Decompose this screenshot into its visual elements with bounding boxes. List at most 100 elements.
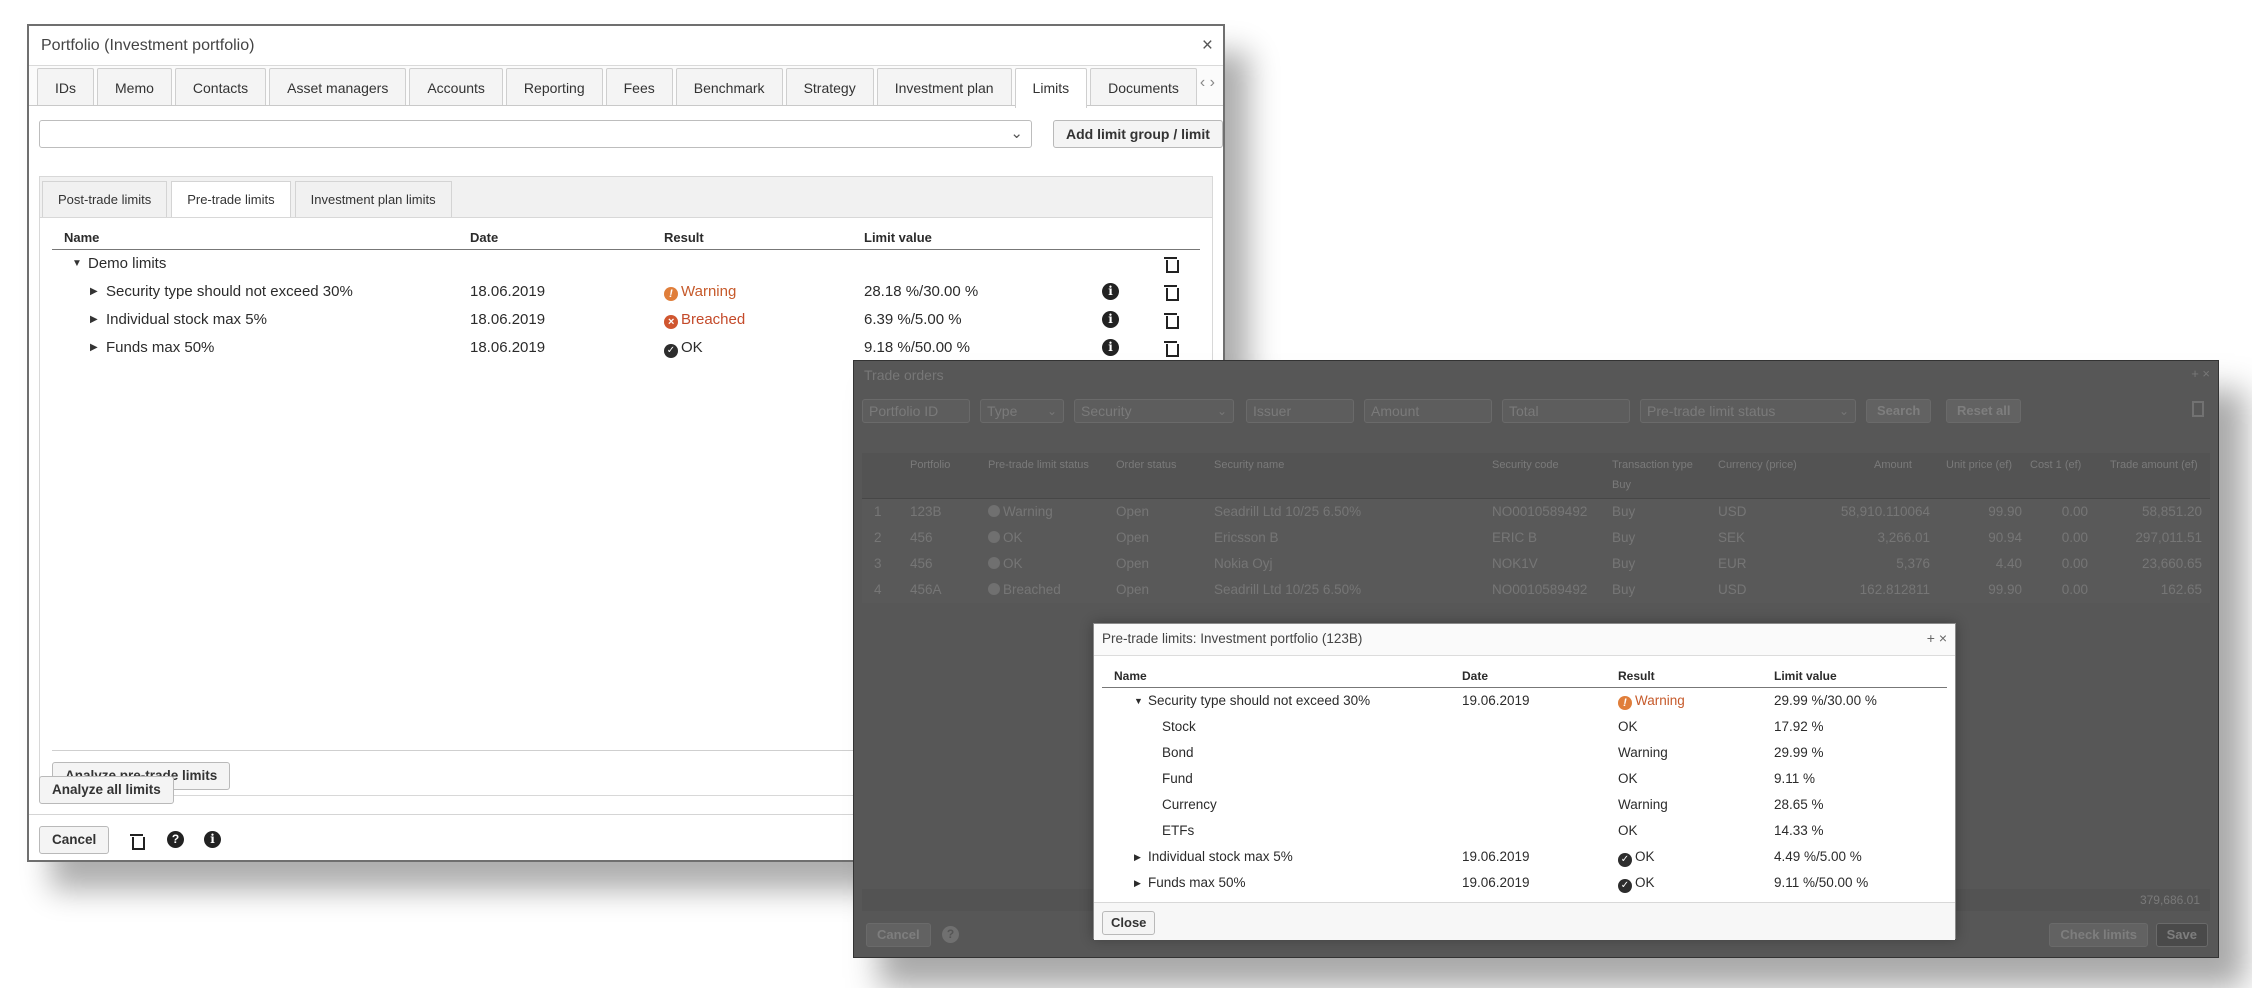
expand-right-icon[interactable]: ▶	[1134, 870, 1141, 896]
table-row[interactable]: Currency Warning 28.65 %	[1102, 792, 1947, 818]
subtab-post-trade[interactable]: Post-trade limits	[42, 181, 168, 217]
reset-all-button[interactable]: Reset all	[1946, 399, 2022, 423]
trash-icon[interactable]	[1164, 339, 1179, 357]
trash-icon[interactable]	[1164, 283, 1179, 301]
subtab-investment-plan[interactable]: Investment plan limits	[294, 181, 452, 217]
table-row[interactable]: ▼ Security type should not exceed 30% 19…	[1102, 688, 1947, 714]
tab-ids[interactable]: IDs	[37, 68, 94, 105]
limit-name: ETFs	[1162, 823, 1195, 838]
col-amount[interactable]: Amount	[1874, 459, 1912, 471]
col-name[interactable]: Name	[64, 230, 99, 245]
tab-reporting[interactable]: Reporting	[505, 68, 603, 105]
tab-accounts[interactable]: Accounts	[409, 68, 503, 105]
expand-right-icon[interactable]: ▶	[1134, 844, 1141, 870]
amount-input[interactable]: Amount	[1364, 399, 1492, 423]
limit-name: Individual stock max 5%	[106, 311, 267, 328]
col-limit-value[interactable]: Limit value	[1774, 669, 1837, 683]
table-row[interactable]: Bond Warning 29.99 %	[1102, 740, 1947, 766]
col-limit-value[interactable]: Limit value	[864, 230, 932, 245]
check-limits-button[interactable]: Check limits	[2049, 923, 2148, 947]
expand-right-icon[interactable]: ▶	[90, 278, 98, 306]
tab-investment-plan[interactable]: Investment plan	[876, 68, 1012, 105]
table-row[interactable]: ETFs OK 14.33 %	[1102, 818, 1947, 844]
cancel-button[interactable]: Cancel	[866, 923, 931, 947]
add-limit-button[interactable]: Add limit group / limit	[1053, 120, 1223, 148]
table-row[interactable]: ▶ Security type should not exceed 30% 18…	[52, 278, 1200, 306]
col-order-status[interactable]: Order status	[1116, 459, 1177, 471]
col-currency[interactable]: Currency (price)	[1718, 459, 1797, 471]
tab-scroll-arrows[interactable]: ‹ ›	[1200, 74, 1215, 92]
col-transaction-type[interactable]: Transaction type	[1612, 459, 1693, 471]
limit-group-row: ⌄ Add limit group / limit	[39, 120, 1223, 156]
info-icon[interactable]: i	[1102, 283, 1119, 300]
col-security-name[interactable]: Security name	[1214, 459, 1284, 471]
portfolio-id-input[interactable]: Portfolio ID	[862, 399, 970, 423]
col-date[interactable]: Date	[470, 230, 498, 245]
cancel-button[interactable]: Cancel	[39, 826, 110, 854]
table-row[interactable]: 4 456A Breached Open Seadrill Ltd 10/25 …	[862, 577, 2210, 603]
table-row[interactable]: ▶ Funds max 50% 18.06.2019 ✓ OK 9.18 %/50…	[52, 334, 1200, 362]
type-select[interactable]: Type ⌄	[980, 399, 1064, 423]
col-name[interactable]: Name	[1114, 669, 1147, 683]
window-controls[interactable]: + ×	[2191, 366, 2210, 381]
close-icon[interactable]: ×	[1202, 26, 1213, 66]
expand-down-icon[interactable]: ▼	[72, 250, 82, 278]
trash-icon[interactable]	[1164, 255, 1179, 273]
info-icon[interactable]: i	[204, 831, 221, 848]
export-icon[interactable]	[2192, 401, 2204, 417]
expand-down-icon[interactable]: ▼	[1134, 688, 1143, 714]
security-cell: Ericsson B	[1214, 530, 1279, 545]
result-text: OK	[681, 339, 703, 356]
table-row[interactable]: 1 123B Warning Open Seadrill Ltd 10/25 6…	[862, 499, 2210, 525]
col-portfolio[interactable]: Portfolio	[910, 459, 950, 471]
table-row[interactable]: 2 456 OK Open Ericsson B ERIC B Buy SEK …	[862, 525, 2210, 551]
table-row[interactable]: ▶ Individual stock max 5% 19.06.2019 ✓ OK…	[1102, 844, 1947, 870]
table-row[interactable]: Fund OK 9.11 %	[1102, 766, 1947, 792]
save-button[interactable]: Save	[2155, 923, 2208, 947]
tab-contacts[interactable]: Contacts	[174, 68, 267, 105]
help-icon[interactable]: ?	[942, 926, 959, 943]
info-icon[interactable]: i	[1102, 311, 1119, 328]
subtab-pre-trade[interactable]: Pre-trade limits	[171, 181, 291, 217]
col-trade-amount[interactable]: Trade amount (ef)	[2110, 459, 2198, 471]
tab-asset-managers[interactable]: Asset managers	[269, 68, 407, 105]
tab-benchmark[interactable]: Benchmark	[675, 68, 783, 105]
chevron-down-icon: ⌄	[1046, 404, 1057, 418]
col-date[interactable]: Date	[1462, 669, 1488, 683]
security-select[interactable]: Security ⌄	[1074, 399, 1234, 423]
tab-memo[interactable]: Memo	[97, 68, 172, 105]
help-icon[interactable]: ?	[167, 831, 184, 848]
limit-name: Bond	[1162, 745, 1194, 760]
tab-documents[interactable]: Documents	[1090, 68, 1197, 105]
total-input[interactable]: Total	[1502, 399, 1630, 423]
expand-right-icon[interactable]: ▶	[90, 306, 98, 334]
search-button[interactable]: Search	[1866, 399, 1932, 423]
info-icon[interactable]: i	[1102, 339, 1119, 356]
tab-fees[interactable]: Fees	[605, 68, 673, 105]
close-button[interactable]: Close	[1102, 911, 1156, 935]
chevron-down-icon[interactable]: ⌄	[1010, 124, 1023, 142]
col-security-code[interactable]: Security code	[1492, 459, 1559, 471]
table-row[interactable]: 3 456 OK Open Nokia Oyj NOK1V Buy EUR 5,…	[862, 551, 2210, 577]
group-row[interactable]: ▼ Demo limits	[52, 250, 1200, 278]
col-pretrade-status[interactable]: Pre-trade limit status	[988, 459, 1089, 471]
trash-icon[interactable]	[1164, 311, 1179, 329]
table-row[interactable]: ▶ Individual stock max 5% 18.06.2019 × Br…	[52, 306, 1200, 334]
tab-strategy[interactable]: Strategy	[785, 68, 874, 105]
dialog-controls[interactable]: + ×	[1927, 630, 1947, 646]
table-row[interactable]: Stock OK 17.92 %	[1102, 714, 1947, 740]
type-filter-value[interactable]: Buy	[1612, 479, 1631, 491]
expand-right-icon[interactable]: ▶	[90, 334, 98, 362]
table-row[interactable]: ▶ Funds max 50% 19.06.2019 ✓ OK 9.11 %/50…	[1102, 870, 1947, 896]
tab-limits[interactable]: Limits	[1014, 68, 1088, 108]
status-select[interactable]: Pre-trade limit status ⌄	[1640, 399, 1856, 423]
col-unit-price[interactable]: Unit price (ef)	[1946, 459, 2012, 471]
col-result[interactable]: Result	[664, 230, 704, 245]
col-result[interactable]: Result	[1618, 669, 1655, 683]
col-cost[interactable]: Cost 1 (ef)	[2030, 459, 2081, 471]
limit-group-select[interactable]: ⌄	[39, 120, 1032, 148]
trash-icon[interactable]	[130, 832, 145, 850]
group-name: Demo limits	[88, 255, 167, 272]
analyze-all-button[interactable]: Analyze all limits	[39, 776, 174, 804]
issuer-input[interactable]: Issuer	[1246, 399, 1354, 423]
